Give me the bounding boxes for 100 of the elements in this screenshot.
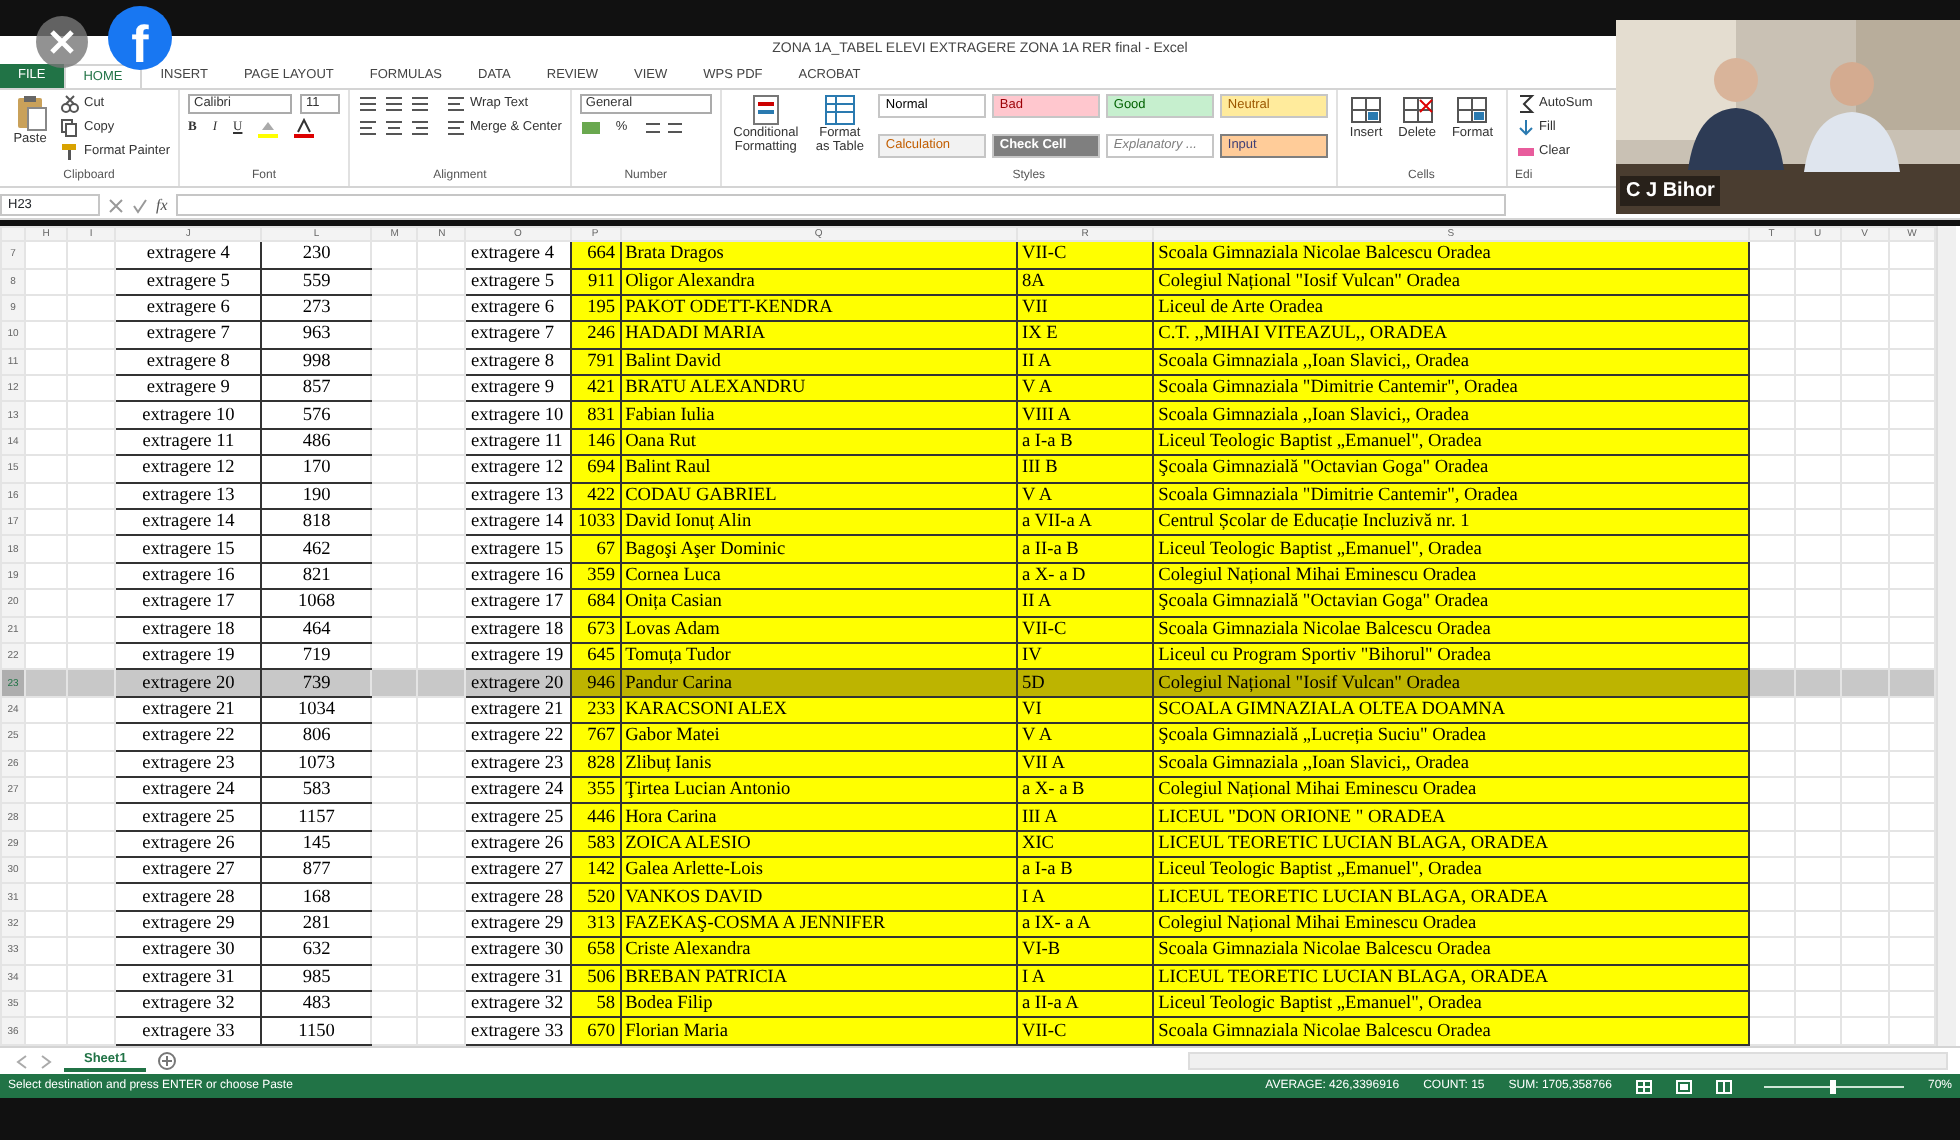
table-cell: extragere 26 [115, 830, 262, 858]
table-cell: V A [1016, 723, 1154, 751]
table-cell: VII [1016, 294, 1154, 322]
table-cell: ZOICA ALESIO [620, 830, 1017, 858]
table-cell: 877 [261, 857, 372, 884]
table-cell: extragere 23 [465, 750, 571, 777]
table-cell: extragere 6 [115, 294, 262, 322]
table-cell: extragere 14 [465, 509, 571, 536]
table-cell: David Ionuț Alin [620, 509, 1017, 536]
table-cell: extragere 9 [115, 375, 262, 402]
table-cell: 168 [261, 883, 372, 911]
table-cell: 486 [261, 428, 372, 456]
table-cell: extragere 25 [115, 803, 262, 831]
table-cell: Colegiul Național Mihai Eminescu Oradea [1153, 910, 1749, 938]
table-cell: VII A [1016, 750, 1154, 777]
delete-cells-icon [1401, 94, 1434, 126]
table-cell: 963 [261, 321, 372, 349]
page-break-icon[interactable] [1715, 1079, 1732, 1093]
table-cell: extragere 31 [465, 964, 571, 992]
table-cell: Onița Casian [620, 589, 1017, 617]
table-cell: Liceul Teologic Baptist „Emanuel", Oradea [1153, 535, 1749, 563]
table-cell: FAZEKAŞ-COSMA A JENNIFER [620, 910, 1017, 938]
table-cell: 583 [261, 776, 372, 804]
normal-view-icon[interactable] [1635, 1079, 1652, 1093]
table-cell: 230 [261, 241, 372, 268]
table-cell: extragere 27 [465, 857, 571, 884]
table-cell: Pandur Carina [620, 669, 1017, 697]
formula-input[interactable] [175, 194, 1506, 216]
table-cell: XIC [1016, 830, 1154, 858]
table-cell: Bodea Filip [620, 991, 1017, 1018]
horizontal-scrollbar[interactable] [1188, 1052, 1948, 1070]
table-cell: HADADI MARIA [620, 321, 1017, 349]
slider-thumb[interactable] [1830, 1079, 1837, 1093]
table-cell: 821 [261, 562, 372, 590]
close-icon[interactable] [36, 16, 88, 68]
table-cell: extragere 8 [115, 348, 262, 376]
table-cell: a IX- a A [1016, 910, 1154, 938]
table-cell: extragere 21 [115, 696, 262, 724]
table-cell: PAKOT ODETT-KENDRA [620, 294, 1017, 322]
table-cell: 462 [261, 535, 372, 563]
table-cell: a II-a A [1016, 991, 1154, 1018]
table-cell: BRATU ALEXANDRU [620, 375, 1017, 402]
table-cell: VII-C [1016, 1017, 1154, 1045]
table-cell: VI [1016, 696, 1154, 724]
vertical-scrollbar[interactable] [1936, 226, 1956, 1046]
table-cell: Bagoşi Aşer Dominic [620, 535, 1017, 563]
table-cell: Liceul Teologic Baptist „Emanuel", Oradea [1153, 428, 1749, 456]
table-cell: Liceul cu Program Sportiv "Bihorul" Oradea [1153, 642, 1749, 670]
table-cell: extragere 14 [115, 509, 262, 536]
table-cell: Scoala Gimnaziala Nicolae Balcescu Oradea [1153, 616, 1749, 643]
table-cell: Criste Alexandra [620, 937, 1017, 965]
clipboard-icon [12, 94, 48, 132]
table-cell: VII-C [1016, 241, 1154, 268]
table-cell: extragere 16 [115, 562, 262, 590]
table-cell: Centrul Școlar de Educație Incluzivă nr. 1 [1153, 509, 1749, 536]
table-cell: I A [1016, 964, 1154, 992]
page-layout-icon[interactable] [1675, 1079, 1692, 1093]
table-cell: 145 [261, 830, 372, 858]
table-cell: extragere 28 [115, 883, 262, 911]
table-cell: extragere 28 [465, 883, 571, 911]
table-cell: extragere 7 [115, 321, 262, 349]
table-cell: extragere 7 [465, 321, 571, 349]
function-label[interactable]: fx [156, 193, 168, 217]
add-icon[interactable] [158, 1052, 177, 1070]
table-cell: Zlibuț Ianis [620, 750, 1017, 777]
table-cell: Scoala Gimnaziala "Dimitrie Cantemir", Oradea [1153, 375, 1749, 402]
table-cell: Scoala Gimnaziala ,,Ioan Slavici,, Oradea [1153, 750, 1749, 777]
table-cell: Colegiul Național Mihai Eminescu Oradea [1153, 562, 1749, 590]
table-cell: extragere 18 [115, 616, 262, 643]
table-cell: III A [1016, 803, 1154, 831]
table-cell: 464 [261, 616, 372, 643]
table-cell: 8A [1016, 268, 1154, 295]
table-cell: II A [1016, 348, 1154, 376]
table-cell: Scoala Gimnaziala Nicolae Balcescu Oradea [1153, 1017, 1749, 1045]
table-cell: Fabian Iulia [620, 401, 1017, 429]
table-cell: extragere 17 [115, 589, 262, 617]
table-cell: IX E [1016, 321, 1154, 349]
table-cell: 985 [261, 964, 372, 992]
table-cell: 1157 [261, 803, 372, 831]
table-cell: extragere 9 [465, 375, 571, 402]
table-cell: VIII A [1016, 401, 1154, 429]
copy-icon [60, 118, 80, 138]
table-cell: extragere 24 [465, 776, 571, 804]
table-cell: extragere 18 [465, 616, 571, 643]
fill-color-icon [258, 118, 279, 138]
table-cell: extragere 32 [465, 991, 571, 1018]
table-cell: Şcoala Gimnazială "Octavian Goga" Oradea [1153, 455, 1749, 483]
table-cell: extragere 16 [465, 562, 571, 590]
table-cell: a X- a B [1016, 776, 1154, 804]
table-cell: a VII-a A [1016, 509, 1154, 536]
table-cell: extragere 25 [465, 803, 571, 831]
document-icon [749, 94, 782, 126]
table-cell: IV [1016, 642, 1154, 670]
scissors-icon [60, 94, 80, 114]
table-cell: Scoala Gimnaziala ,,Ioan Slavici,, Oradea [1153, 348, 1749, 376]
down-arrow-icon [1515, 118, 1536, 138]
table-cell: 281 [261, 910, 372, 938]
table-cell: VI-B [1016, 937, 1154, 965]
table-cell: extragere 12 [115, 455, 262, 483]
table-cell: extragere 22 [115, 723, 262, 751]
